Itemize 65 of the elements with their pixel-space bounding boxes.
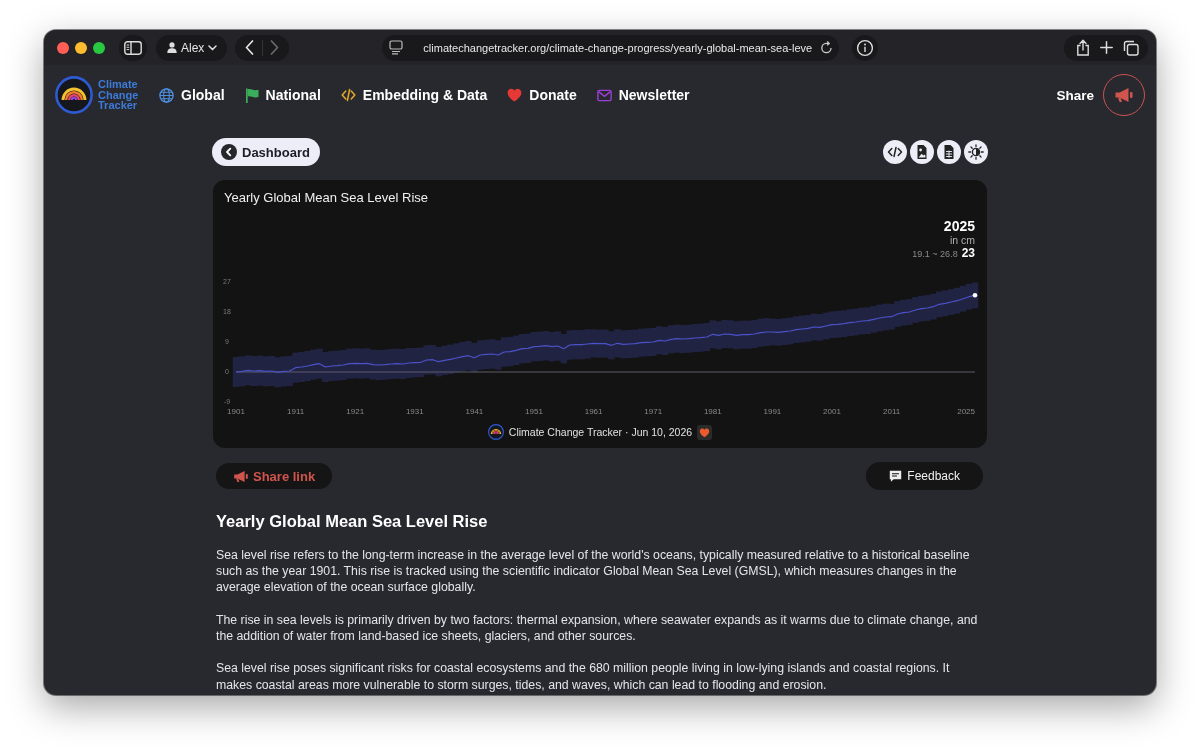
address-field[interactable]: climatechangetracker.org/climate-change-progress/yearly-global-mean-sea-leve [382, 34, 840, 61]
readout-value: 23 [961, 246, 975, 260]
highlight-dot [972, 293, 978, 298]
axis-tick-label: 1901 [227, 407, 245, 416]
readout-unit: in cm [949, 234, 975, 246]
axis-tick-label: 1981 [703, 407, 722, 416]
tabs-icon[interactable] [1123, 39, 1139, 56]
paragraph: Sea level rise refers to the long-term increase in the average level of the world's oceans, typically measured relative to a historical baseline such as the year 1901. This rise is tracked using the scientific indicator Global Mean Sea Level (GMSL), which measures changes in the average elevation of the ocean surface globally. [216, 547, 971, 596]
code-icon[interactable] [883, 140, 907, 164]
chart-title: Yearly Global Mean Sea Level Rise [223, 189, 430, 206]
axis-tick-label: 2001 [823, 407, 841, 416]
envelope-icon [596, 88, 612, 102]
paragraph: Sea level rise poses significant risks for coastal ecosystems and the 680 million people living in low-lying islands and coastal regions. It makes coastal areas more vulnerable to storm surges, tides, and waves, which can lead to flooding and erosion. [216, 660, 951, 693]
person-icon [167, 42, 177, 53]
paragraph: The rise in sea levels is primarily driven by two factors: thermal expansion, where seawater expands as it warms due to climate change, and the addition of water from land-based ice sheets, glaciers, and other sources. [216, 611, 979, 645]
nav-link[interactable]: Global [159, 87, 225, 103]
plus-icon[interactable] [1100, 41, 1113, 54]
megaphone-icon [1114, 87, 1134, 103]
readout-range: 19.1 ~ 26.8 [912, 248, 958, 261]
axis-tick-label: 1941 [465, 407, 484, 416]
flag-icon [244, 87, 259, 103]
nav-link[interactable]: Embedding & Data [340, 87, 488, 103]
chevron-left-icon [221, 144, 237, 160]
logo-icon [487, 424, 504, 440]
share-link-button[interactable]: Share link [216, 463, 333, 489]
code-icon [340, 88, 356, 102]
logo-text[interactable]: Climate Change Tracker [98, 79, 140, 111]
axis-tick-label: 1921 [346, 407, 365, 416]
nav-link[interactable]: Newsletter [596, 87, 690, 103]
page-icon[interactable] [389, 40, 404, 55]
axis-tick-label: 1911 [287, 407, 305, 416]
comment-icon [889, 470, 903, 482]
nav-link[interactable]: National [244, 87, 321, 103]
readout-year: 2025 [943, 218, 975, 234]
spreadsheet-file-icon[interactable] [937, 140, 961, 164]
minimize-button[interactable] [75, 41, 87, 54]
nav-link[interactable]: Donate [507, 87, 577, 103]
logo-icon[interactable] [55, 76, 93, 114]
sidebar-icon [124, 40, 142, 55]
heart-icon [507, 88, 523, 102]
brightness-icon[interactable] [964, 140, 988, 164]
dashboard-button[interactable]: Dashboard [212, 138, 320, 166]
reload-icon[interactable] [820, 41, 834, 54]
axis-tick-label: 1961 [584, 407, 603, 416]
sidebar-button[interactable] [119, 34, 147, 61]
share-icon[interactable] [1076, 39, 1090, 56]
image-file-icon[interactable] [910, 140, 934, 164]
credit-text: Climate Change Tracker · Jun 10, 2026 [508, 426, 693, 438]
globe-icon [159, 87, 174, 103]
zoom-button[interactable] [93, 41, 105, 54]
chevron-left-icon[interactable] [245, 40, 255, 55]
axis-tick-label: 2025 [957, 407, 975, 416]
article-heading: Yearly Global Mean Sea Level Rise [216, 511, 489, 531]
axis-tick-label: 1931 [405, 407, 424, 416]
axis-tick-label: 1971 [644, 407, 663, 416]
close-button[interactable] [57, 41, 69, 54]
megaphone-icon [233, 469, 249, 483]
axis-tick-label: 2011 [883, 407, 901, 416]
feedback-button[interactable]: Feedback [866, 462, 983, 490]
axis-tick-label: 1951 [525, 407, 543, 416]
profile-button[interactable]: Alex [156, 34, 228, 61]
info-icon[interactable] [852, 34, 879, 61]
share-label: Share [1056, 87, 1094, 103]
axis-tick-label: 1991 [763, 407, 782, 416]
chevron-down-icon [208, 44, 218, 51]
